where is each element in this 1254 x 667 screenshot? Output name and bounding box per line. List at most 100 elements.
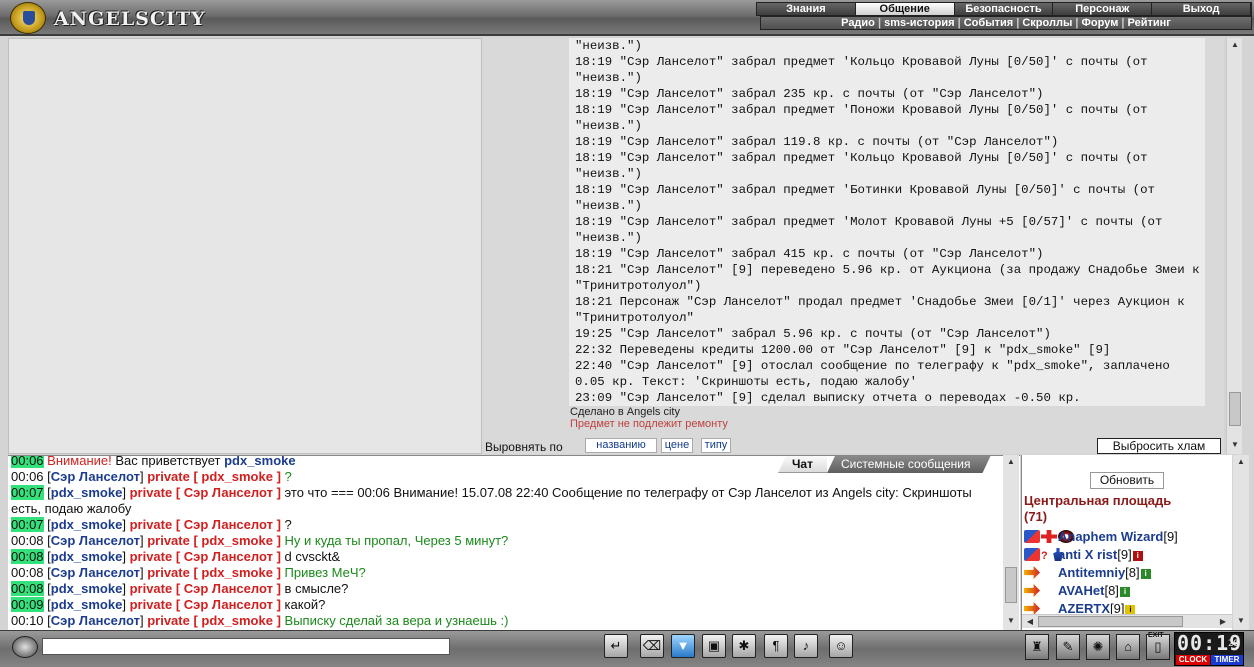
sort-by-name-button[interactable]: названию [585,438,657,453]
chat-sender[interactable]: pdx_smoke [51,581,123,596]
private-word: private [129,597,173,612]
sort-by-type-button[interactable]: типу [701,438,731,453]
private-tag[interactable]: private [ pdx_smoke ] [147,533,281,548]
chat-time[interactable]: 00:08 [11,565,44,580]
online-username[interactable]: Anaphem Wizard [1058,529,1163,544]
private-word: private [147,533,190,548]
scroll-down-icon[interactable]: ▼ [1235,616,1247,626]
sound-icon[interactable]: ♪ [794,634,818,658]
private-tag[interactable]: private [ pdx_smoke ] [147,469,281,484]
scroll-thumb[interactable] [1038,616,1183,627]
msg-icon[interactable] [1024,548,1040,561]
scroll-right-icon[interactable]: ▶ [1217,617,1229,627]
scroll-down-icon[interactable]: ▼ [1229,440,1241,450]
filter-icon[interactable]: ▼ [671,634,695,658]
refresh-button[interactable]: Обновить [1090,472,1164,489]
scroll-up-icon[interactable]: ▲ [1229,40,1241,50]
sort-by-price-button[interactable]: цене [661,438,693,453]
chat-time[interactable]: 00:06 [11,469,44,484]
discard-junk-button[interactable]: Выбросить хлам [1097,438,1221,454]
keyboard-layout-icon[interactable]: ¶ [764,634,788,658]
chat-sender[interactable]: Сэр Ланселот [51,533,140,548]
submenu-scrolls[interactable]: Скроллы [1022,17,1072,29]
app-window: ANGELSCITY Знания Общение Безопасность П… [0,0,1254,667]
question-icon[interactable]: ? [1041,548,1049,562]
private-tag[interactable]: private [ Сэр Ланселот ] [130,597,281,612]
chat-time[interactable]: 00:08 [11,533,44,548]
scroll-up-icon[interactable]: ▲ [1235,457,1247,467]
brain-icon[interactable]: ✺ [1086,634,1110,660]
chat-time[interactable]: 00:09 [11,597,44,612]
menu-knowledge[interactable]: Знания [757,3,856,15]
chat-input[interactable] [42,638,450,655]
submenu-forum[interactable]: Форум [1082,17,1119,29]
arrow-icon[interactable] [1024,584,1040,597]
private-tag[interactable]: private [ pdx_smoke ] [147,565,281,580]
private-tag[interactable]: private [ Сэр Ланселот ] [130,517,281,532]
chat-sender[interactable]: pdx_smoke [51,517,123,532]
chat-time[interactable]: 00:10 [11,613,44,628]
tab-chat[interactable]: Чат [778,456,827,473]
scroll-thumb[interactable] [1229,392,1241,426]
send-enter-icon[interactable]: ↵ [604,634,628,658]
chat-scrollbar[interactable]: ▲ ▼ [1003,455,1019,630]
private-tag[interactable]: private [ Сэр Ланселот ] [130,549,281,564]
scroll-icon[interactable]: ✎ [1056,634,1080,660]
chat-sender[interactable]: Сэр Ланселот [51,565,140,580]
log-scrollbar[interactable]: ▲ ▼ [1226,38,1242,454]
chat-sender[interactable]: pdx_smoke [51,485,123,500]
online-scrollbar[interactable]: ▲ ▼ [1233,455,1249,630]
menu-exit[interactable]: Выход [1152,3,1251,15]
submenu-radio[interactable]: Радио [841,17,875,29]
online-username[interactable]: anti X rist [1058,547,1117,562]
arrow-icon[interactable] [1024,566,1040,579]
warning-prefix: Внимание! [47,455,112,468]
chat-time[interactable]: 00:08 [11,581,44,596]
smiley-icon[interactable]: ☺ [829,634,853,658]
info-icon[interactable]: i [1140,569,1151,579]
private-tag[interactable]: private [ Сэр Ланселот ] [130,581,281,596]
scroll-down-icon[interactable]: ▼ [1005,616,1017,626]
chat-recipient: Сэр Ланселот [183,517,273,532]
timer-toggle[interactable]: TIMER [1211,655,1243,665]
chat-time[interactable]: 00:07 [11,517,44,532]
chat-time[interactable]: 00:07 [11,485,44,500]
translit-man-icon[interactable]: ✱ [732,634,756,658]
chat-username[interactable]: pdx_smoke [224,456,296,468]
scroll-thumb[interactable] [1005,567,1017,603]
chat-time[interactable]: 00:06 [11,456,44,468]
house-icon[interactable]: ⌂ [1116,634,1140,660]
chat-sender[interactable]: pdx_smoke [51,597,123,612]
submenu-events[interactable]: События [964,17,1013,29]
private-tag[interactable]: private [ pdx_smoke ] [147,613,281,628]
chat-sender[interactable]: Сэр Ланселот [51,613,140,628]
inventory-icon[interactable]: ♜ [1025,634,1049,660]
private-word: private [129,517,173,532]
save-disk-icon[interactable]: ▣ [702,634,726,658]
user-icons: ? [1024,547,1063,563]
cross-icon[interactable] [1041,530,1057,543]
menu-communication[interactable]: Общение [855,3,955,15]
speaker-icon[interactable] [12,636,38,658]
online-username[interactable]: Antitemniy [1058,565,1125,580]
info-icon[interactable]: i [1132,551,1143,561]
menu-character[interactable]: Персонаж [1053,3,1153,15]
info-icon[interactable]: i [1119,587,1130,597]
menu-security[interactable]: Безопасность [954,3,1054,15]
chat-time[interactable]: 00:08 [11,549,44,564]
submenu-sms-history[interactable]: sms-история [884,17,954,29]
online-username[interactable]: AVAHet [1058,583,1104,598]
location-title: Центральная площадь (71) [1024,493,1229,525]
online-horizontal-scrollbar[interactable]: ◀ ▶ [1022,614,1232,628]
tab-system-messages[interactable]: Системные сообщения [827,456,991,473]
chat-sender[interactable]: pdx_smoke [51,549,123,564]
exit-label: EXIT [1148,632,1164,639]
submenu-rating[interactable]: Рейтинг [1128,17,1171,29]
scroll-up-icon[interactable]: ▲ [1005,457,1017,467]
chat-sender[interactable]: Сэр Ланселот [51,469,140,484]
clock-toggle[interactable]: CLOCK [1176,655,1210,665]
private-tag[interactable]: private [ Сэр Ланселот ] [130,485,281,500]
msg-icon[interactable] [1024,530,1040,543]
clear-eraser-icon[interactable]: ⌫ [640,634,664,658]
scroll-left-icon[interactable]: ◀ [1024,617,1036,627]
